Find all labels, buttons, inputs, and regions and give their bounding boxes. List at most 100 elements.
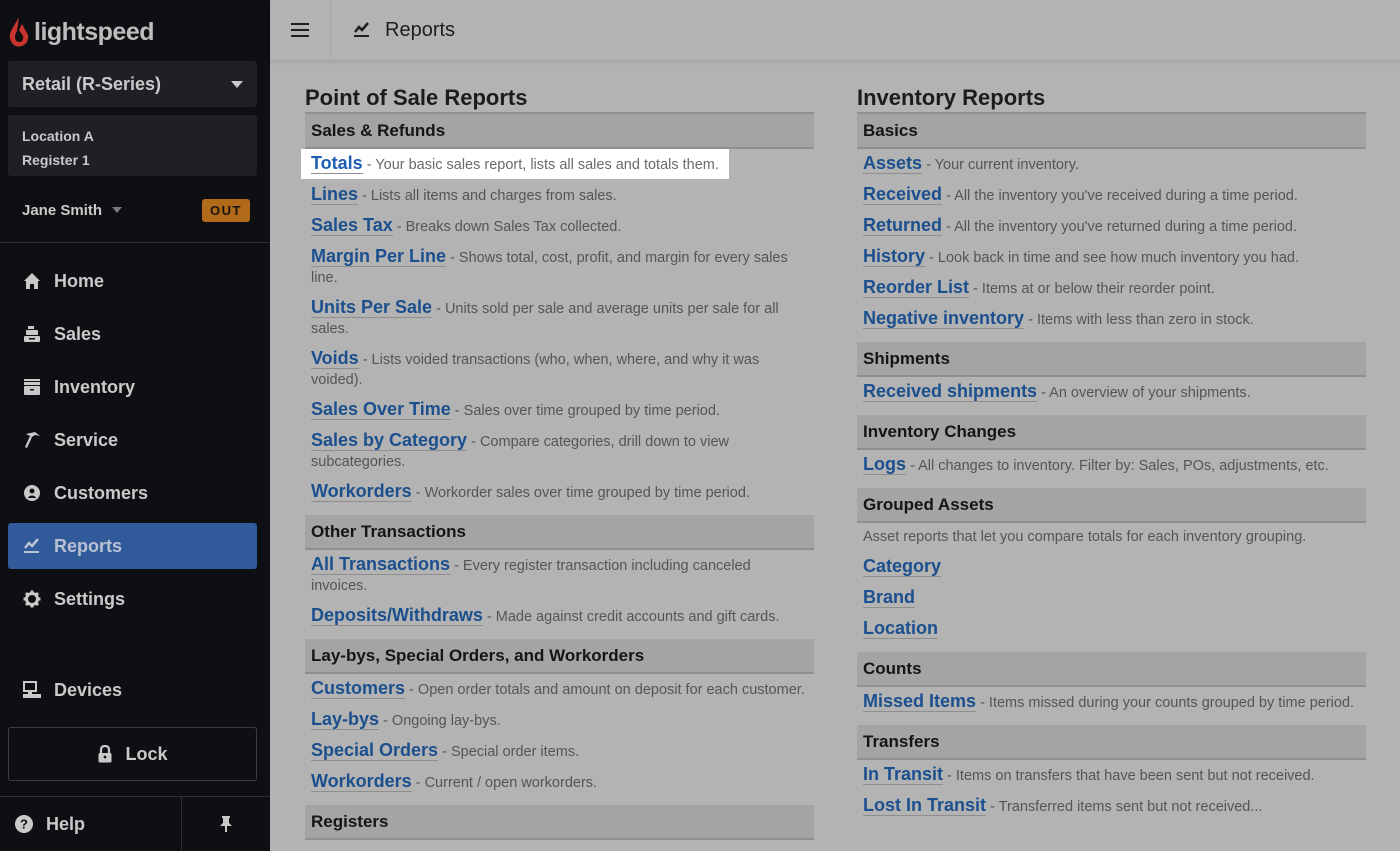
svg-text:?: ? [20, 817, 28, 832]
report-link-open-workorders[interactable]: Workorders [311, 771, 412, 792]
sidebar-item-home[interactable]: Home [8, 258, 257, 304]
product-select[interactable]: Retail (R-Series) [8, 61, 257, 107]
sidebar-divider [0, 242, 270, 243]
inventory-reports-title: Inventory Reports [857, 82, 1366, 114]
sidebar-item-label: Reports [54, 535, 123, 556]
report-link-customers[interactable]: Customers [311, 678, 406, 699]
report-link-lost-in-transit[interactable]: Lost In Transit [863, 795, 987, 816]
section-heading: Inventory Changes [857, 415, 1366, 450]
sidebar-item-inventory[interactable]: Inventory [8, 364, 257, 410]
lightspeed-logo[interactable]: lightspeed [8, 14, 155, 50]
pin-icon [220, 816, 232, 832]
report-link-voids[interactable]: Voids [311, 348, 359, 369]
report-link-missed-items[interactable]: Missed Items [863, 691, 977, 712]
report-link-assets[interactable]: Assets [863, 153, 923, 174]
report-link-in-transit[interactable]: In Transit [863, 764, 944, 785]
report-desc: - An overview of your shipments. [1037, 385, 1251, 401]
pin-sidebar-button[interactable] [182, 797, 270, 851]
report-link-sales-over-time[interactable]: Sales Over Time [311, 399, 451, 420]
report-item: Location [863, 618, 1360, 640]
report-desc: - Open order totals and amount on deposi… [405, 682, 805, 698]
brand-name: lightspeed [34, 17, 155, 46]
report-link-received-shipments[interactable]: Received shipments [863, 381, 1038, 402]
hammer-icon [22, 430, 42, 450]
sidebar-item-settings[interactable]: Settings [8, 576, 257, 622]
report-desc: - Ongoing lay-bys. [379, 713, 501, 729]
user-row: Jane Smith OUT [22, 196, 250, 224]
report-item: Missed Items - Items missed during your … [863, 691, 1360, 713]
report-desc: - Made against credit accounts and gift … [482, 609, 780, 625]
report-item: Sales by Category - Compare categories, … [311, 430, 808, 472]
inventory-box-icon [22, 377, 42, 397]
report-link-totals[interactable]: Totals [311, 153, 363, 174]
report-item: Reorder List - Items at or below their r… [863, 277, 1360, 299]
report-item: Returned - All the inventory you've retu… [863, 215, 1360, 237]
report-link-logs[interactable]: Logs [863, 454, 906, 475]
report-desc: - All changes to inventory. Filter by: S… [906, 458, 1329, 474]
report-link-negative-inventory[interactable]: Negative inventory [863, 308, 1025, 329]
report-link-history[interactable]: History [863, 246, 926, 267]
report-link-special-orders[interactable]: Special Orders [311, 740, 439, 761]
report-item: Margin Per Line - Shows total, cost, pro… [311, 246, 808, 288]
section-other-transactions: Other Transactions All Transactions - Ev… [305, 515, 814, 627]
report-link-deposits-withdraws[interactable]: Deposits/Withdraws [311, 605, 483, 626]
report-item: Negative inventory - Items with less tha… [863, 308, 1360, 330]
report-desc: - Your current inventory. [922, 157, 1079, 173]
sidebar-item-sales[interactable]: Sales [8, 311, 257, 357]
hamburger-menu-button[interactable] [270, 0, 331, 61]
sidebar-footer: ? Help [0, 796, 270, 851]
report-link-location[interactable]: Location [863, 618, 938, 639]
report-desc: - Items missed during your counts groupe… [976, 695, 1355, 711]
report-link-returned[interactable]: Returned [863, 215, 943, 236]
report-item: Logs - All changes to inventory. Filter … [863, 454, 1360, 476]
report-link-all-transactions[interactable]: All Transactions [311, 554, 451, 575]
lock-button[interactable]: Lock [8, 727, 257, 781]
inventory-reports-column: Inventory Reports Basics Assets - Your c… [857, 82, 1366, 829]
section-heading: Transfers [857, 725, 1366, 760]
report-link-laybys[interactable]: Lay-bys [311, 709, 380, 730]
sidebar-item-reports[interactable]: Reports [8, 523, 257, 569]
report-link-reorder-list[interactable]: Reorder List [863, 277, 970, 298]
sidebar-item-label: Settings [54, 588, 126, 609]
report-link-units-per-sale[interactable]: Units Per Sale [311, 297, 433, 318]
report-link-sales-by-category[interactable]: Sales by Category [311, 430, 468, 451]
section-heading: Lay-bys, Special Orders, and Workorders [305, 639, 814, 674]
report-item: Lost In Transit - Transferred items sent… [863, 795, 1360, 817]
lock-icon [98, 745, 112, 763]
sidebar-item-service[interactable]: Service [8, 417, 257, 463]
section-basics: Basics Assets - Your current inventory. … [857, 114, 1366, 330]
page-title-text: Reports [385, 18, 456, 41]
report-link-sales-tax[interactable]: Sales Tax [311, 215, 393, 236]
report-desc: - Your basic sales report, lists all sal… [362, 157, 719, 173]
report-desc: - Current / open workorders. [411, 775, 598, 791]
help-circle-icon: ? [15, 815, 33, 833]
sidebar-item-label: Service [54, 429, 119, 450]
page-title: Reports [353, 19, 455, 42]
section-counts: Counts Missed Items - Items missed durin… [857, 652, 1366, 713]
report-desc: - Items on transfers that have been sent… [943, 768, 1315, 784]
report-item: Lines - Lists all items and charges from… [311, 184, 808, 206]
report-link-category[interactable]: Category [863, 556, 942, 577]
report-item: Sales Tax - Breaks down Sales Tax collec… [311, 215, 808, 237]
location-name: Location A [22, 128, 94, 144]
report-desc: - All the inventory you've returned duri… [942, 219, 1298, 235]
help-button[interactable]: ? Help [0, 797, 182, 851]
topbar: Reports [270, 0, 1400, 61]
report-item: Assets - Your current inventory. [863, 153, 1360, 175]
clock-out-badge[interactable]: OUT [202, 198, 250, 222]
report-item: Lay-bys - Ongoing lay-bys. [311, 709, 808, 731]
report-link-margin-per-line[interactable]: Margin Per Line [311, 246, 447, 267]
sidebar-item-customers[interactable]: Customers [8, 470, 257, 516]
section-heading: Basics [857, 114, 1366, 149]
report-item: Deposits/Withdraws - Made against credit… [311, 605, 808, 627]
report-link-workorders-sales[interactable]: Workorders [311, 481, 412, 502]
sidebar-item-label: Customers [54, 482, 149, 503]
report-link-lines[interactable]: Lines [311, 184, 359, 205]
gear-icon [22, 589, 42, 609]
user-menu[interactable]: Jane Smith [22, 202, 123, 219]
sidebar-item-devices[interactable]: Devices [8, 667, 257, 713]
location-register-box[interactable]: Location A Register 1 [8, 115, 257, 176]
report-link-brand[interactable]: Brand [863, 587, 916, 608]
report-link-received[interactable]: Received [863, 184, 943, 205]
pos-reports-column: Point of Sale Reports Sales & Refunds To… [301, 82, 814, 851]
